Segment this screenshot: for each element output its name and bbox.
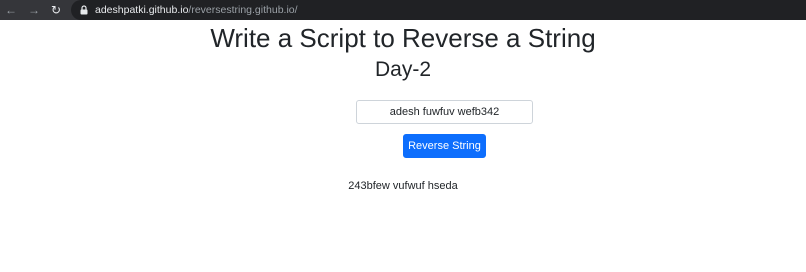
- reload-button[interactable]: ↻: [47, 1, 65, 19]
- page-subtitle: Day-2: [374, 58, 432, 81]
- browser-toolbar: ← → ↻ adeshpatki.github.io/reversestring…: [0, 0, 806, 20]
- forward-button[interactable]: →: [25, 1, 43, 19]
- lock-icon: [79, 5, 88, 15]
- arrow-left-icon: ←: [5, 3, 17, 17]
- input-container: [356, 100, 533, 124]
- string-input[interactable]: [356, 100, 533, 124]
- page-title: Write a Script to Reverse a String: [210, 23, 596, 53]
- page-content: Write a Script to Reverse a String Day-2…: [0, 20, 806, 272]
- url-path: /reversestring.github.io/: [188, 4, 298, 16]
- back-button[interactable]: ←: [2, 1, 20, 19]
- reverse-string-button[interactable]: Reverse String: [403, 134, 486, 158]
- address-bar[interactable]: adeshpatki.github.io/reversestring.githu…: [71, 0, 806, 20]
- url-text: adeshpatki.github.io/reversestring.githu…: [95, 4, 298, 16]
- reload-icon: ↻: [50, 3, 62, 17]
- url-host: adeshpatki.github.io: [95, 4, 189, 16]
- arrow-right-icon: →: [28, 3, 40, 17]
- result-text: 243bfew vufwuf hseda: [348, 180, 458, 192]
